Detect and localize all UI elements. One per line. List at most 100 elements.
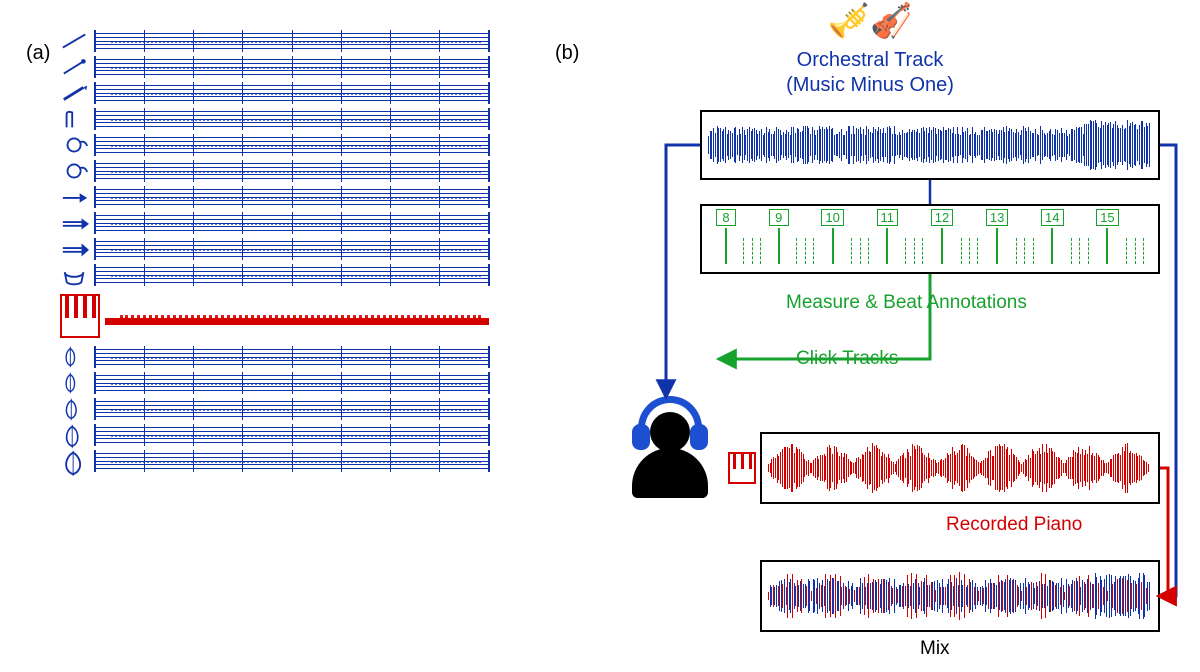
beat-marker xyxy=(969,238,970,264)
measure-marker: 8 xyxy=(716,209,736,264)
trombone-icon xyxy=(60,212,90,234)
violin2-icon xyxy=(60,372,90,394)
beat-marker xyxy=(1024,238,1025,264)
trumpet-icon xyxy=(60,186,90,208)
beat-marker xyxy=(813,238,814,264)
horn2-icon xyxy=(60,160,90,182)
measure-number: 8 xyxy=(716,209,736,226)
clarinet-icon xyxy=(60,82,90,104)
measure-number: 9 xyxy=(769,209,789,226)
beat-marker xyxy=(922,238,923,264)
oboe-icon xyxy=(60,56,90,78)
staff xyxy=(94,134,490,156)
beat-marker xyxy=(743,238,744,264)
beat-marker xyxy=(961,238,962,264)
staff xyxy=(94,212,490,234)
beat-marker xyxy=(914,238,915,264)
beat-marker xyxy=(1016,238,1017,264)
measure-beat-label: Measure & Beat Annotations xyxy=(786,292,1027,314)
measure-marker: 9 xyxy=(769,209,789,264)
staff-row-bass xyxy=(60,450,490,472)
beat-marker xyxy=(1079,238,1080,264)
staff xyxy=(94,372,490,394)
staff xyxy=(94,82,490,104)
beat-marker xyxy=(805,238,806,264)
bass-icon xyxy=(60,450,90,472)
beat-marker xyxy=(851,238,852,264)
score-figure xyxy=(60,28,490,474)
click-tracks-label: Click Tracks xyxy=(796,348,898,370)
staff xyxy=(94,108,490,130)
beat-marker xyxy=(1088,238,1089,264)
staff-row-horn1 xyxy=(60,134,490,156)
piano-keyboard-icon xyxy=(728,452,756,484)
staff xyxy=(94,264,490,286)
mix-label: Mix xyxy=(920,638,950,660)
measure-number: 12 xyxy=(931,209,953,226)
viola-icon xyxy=(60,398,90,420)
beat-marker xyxy=(860,238,861,264)
staff xyxy=(94,424,490,446)
measure-marker: 13 xyxy=(986,209,1008,264)
trombone-bass-icon xyxy=(60,238,90,260)
measure-number: 11 xyxy=(877,209,899,226)
beat-marker xyxy=(796,238,797,264)
measure-marker: 11 xyxy=(877,209,899,264)
measure-marker: 15 xyxy=(1096,209,1118,264)
piano-keyboard-icon xyxy=(60,294,100,338)
listener-icon xyxy=(620,394,720,504)
measure-number: 10 xyxy=(821,209,843,226)
staff-row-trumpet xyxy=(60,186,490,208)
staff-row-bassoon xyxy=(60,108,490,130)
beat-marker xyxy=(868,238,869,264)
staff xyxy=(94,238,490,260)
orchestra-instruments-icon: 🎺🎻 xyxy=(828,4,913,38)
staff-row-flute xyxy=(60,30,490,52)
measure-marker: 12 xyxy=(931,209,953,264)
cello-icon xyxy=(60,424,90,446)
horn1-icon xyxy=(60,134,90,156)
measure-number: 15 xyxy=(1096,209,1118,226)
flute-icon xyxy=(60,30,90,52)
measure-marker: 10 xyxy=(821,209,843,264)
staff xyxy=(94,346,490,368)
violin1-icon xyxy=(60,346,90,368)
measure-number: 14 xyxy=(1041,209,1063,226)
staff-row-cello xyxy=(60,424,490,446)
staff xyxy=(94,186,490,208)
measure-marker: 14 xyxy=(1041,209,1063,264)
beat-marker xyxy=(1143,238,1144,264)
staff-row-viola xyxy=(60,398,490,420)
staff-row-violin1 xyxy=(60,346,490,368)
beat-marker xyxy=(1033,238,1034,264)
beat-marker xyxy=(752,238,753,264)
beat-marker xyxy=(977,238,978,264)
recorded-piano-label: Recorded Piano xyxy=(946,514,1082,536)
staff-row-violin2 xyxy=(60,372,490,394)
workflow-diagram: 🎺🎻 Orchestral Track (Music Minus One) 8 9… xyxy=(560,4,1180,664)
piano-staff-group xyxy=(60,288,490,344)
staff xyxy=(94,398,490,420)
staff xyxy=(94,450,490,472)
beat-marker xyxy=(1135,238,1136,264)
measure-beat-box: 8 9 10 11 12 13 14 15 xyxy=(700,204,1160,274)
bassoon-icon xyxy=(60,108,90,130)
beat-marker xyxy=(905,238,906,264)
staff-row-trombone xyxy=(60,212,490,234)
staff-row-trombone-bass xyxy=(60,238,490,260)
staff xyxy=(94,160,490,182)
panel-a-label: (a) xyxy=(26,42,50,65)
beat-marker xyxy=(760,238,761,264)
staff xyxy=(94,30,490,52)
staff-row-timpani xyxy=(60,264,490,286)
beat-marker xyxy=(1126,238,1127,264)
staff-row-clarinet xyxy=(60,82,490,104)
measure-number: 13 xyxy=(986,209,1008,226)
orchestral-waveform-box xyxy=(700,110,1160,180)
mix-box xyxy=(760,560,1160,632)
staff-row-oboe xyxy=(60,56,490,78)
staff xyxy=(94,56,490,78)
beat-marker xyxy=(1071,238,1072,264)
orchestral-track-title: Orchestral Track (Music Minus One) xyxy=(560,48,1180,98)
recorded-piano-box xyxy=(760,432,1160,504)
